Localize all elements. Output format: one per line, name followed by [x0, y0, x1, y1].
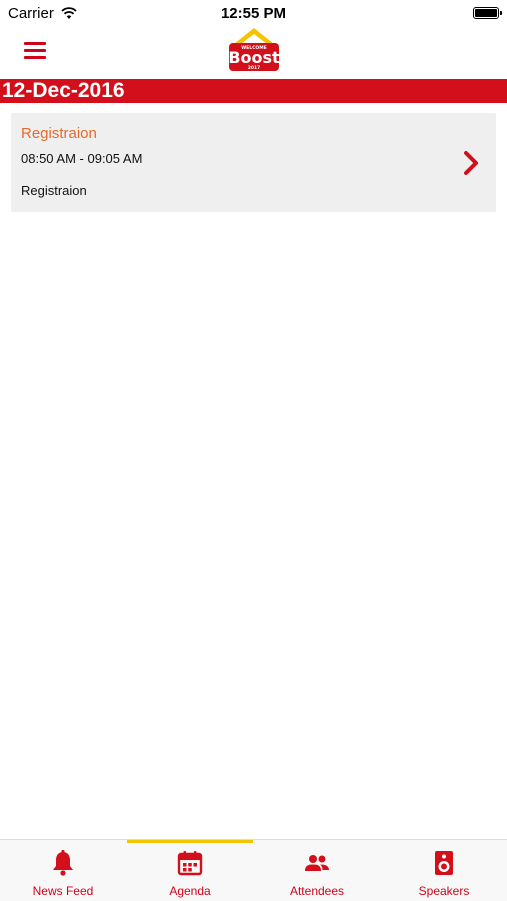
tab-bar: News Feed Agenda Attendees Speakers [0, 839, 507, 901]
menu-line [24, 42, 46, 45]
menu-line [24, 56, 46, 59]
menu-line [24, 49, 46, 52]
tab-speakers[interactable]: Speakers [381, 840, 507, 901]
chevron-right-icon [464, 151, 478, 175]
date-label: 12-Dec-2016 [2, 79, 125, 102]
tab-news-feed[interactable]: News Feed [0, 840, 126, 901]
tab-label: Attendees [289, 884, 345, 898]
people-icon [305, 855, 329, 871]
tab-label: News Feed [32, 884, 94, 898]
session-description: Registraion [21, 183, 87, 198]
tab-agenda[interactable]: Agenda [127, 840, 253, 901]
speaker-icon [435, 851, 453, 875]
clock: 12:55 PM [220, 5, 287, 22]
logo-main-text: Boost [228, 48, 280, 67]
tab-label: Speakers [418, 884, 470, 898]
menu-button[interactable] [24, 42, 46, 60]
session-card[interactable]: Registraion 08:50 AM - 09:05 AM Registra… [11, 113, 496, 212]
calendar-icon [177, 851, 203, 876]
tab-label: Agenda [169, 884, 211, 898]
session-title: Registraion [21, 125, 97, 142]
bell-icon [53, 850, 73, 876]
session-time: 08:50 AM - 09:05 AM [21, 151, 143, 166]
boost-logo: WELCOME Boost 2017 [228, 28, 280, 71]
date-header: 12-Dec-2016 [0, 79, 507, 103]
status-bar: Carrier 12:55 PM [0, 0, 507, 28]
tab-attendees[interactable]: Attendees [254, 840, 380, 901]
battery-icon [473, 7, 502, 19]
logo-year-text: 2017 [248, 65, 261, 71]
